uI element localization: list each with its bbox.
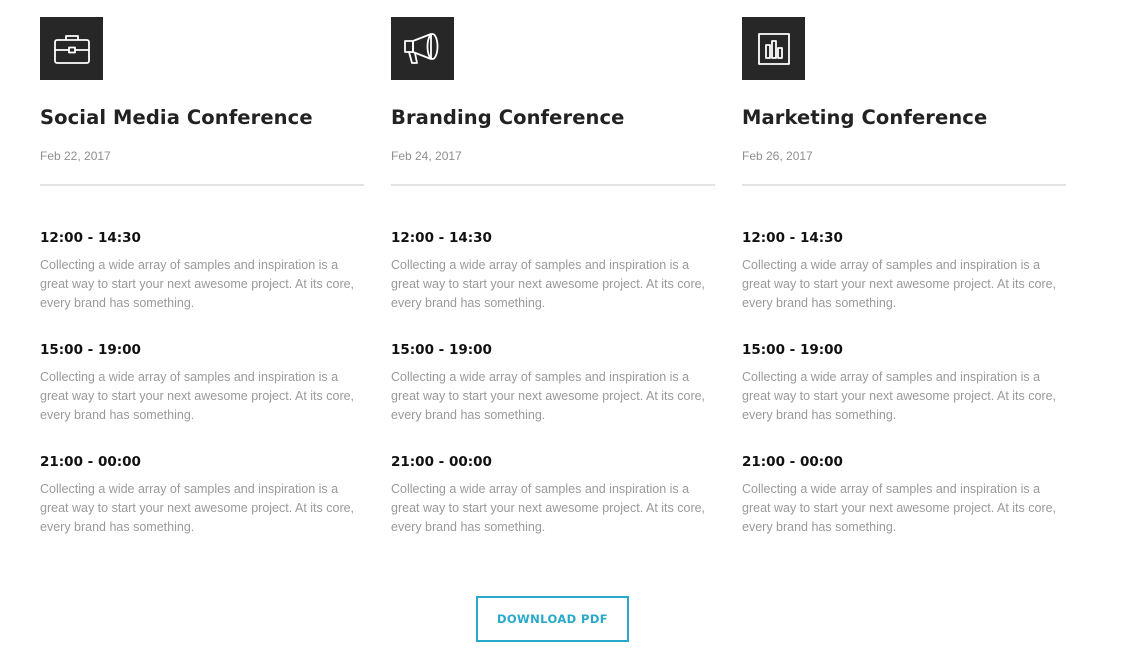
conference-title: Social Media Conference <box>40 106 313 129</box>
conference-column-marketing: Marketing Conference Feb 26, 2017 12:00 … <box>742 17 1066 565</box>
conference-schedule-section: Social Media Conference Feb 22, 2017 12:… <box>0 0 1122 652</box>
session-list: 12:00 - 14:30 Collecting a wide array of… <box>742 229 1066 537</box>
session-item: 15:00 - 19:00 Collecting a wide array of… <box>391 341 715 425</box>
session-time: 15:00 - 19:00 <box>742 342 843 358</box>
session-time: 15:00 - 19:00 <box>40 342 141 358</box>
session-item: 15:00 - 19:00 Collecting a wide array of… <box>742 341 1066 425</box>
conference-title: Marketing Conference <box>742 106 988 129</box>
conference-title: Branding Conference <box>391 106 625 129</box>
megaphone-icon <box>391 17 454 80</box>
divider <box>742 184 1066 186</box>
session-time: 12:00 - 14:30 <box>742 230 843 246</box>
session-description: Collecting a wide array of samples and i… <box>742 482 1057 534</box>
session-description: Collecting a wide array of samples and i… <box>40 482 355 534</box>
conference-date: Feb 24, 2017 <box>391 149 462 163</box>
session-item: 12:00 - 14:30 Collecting a wide array of… <box>391 229 715 313</box>
session-time: 21:00 - 00:00 <box>40 454 141 470</box>
session-item: 12:00 - 14:30 Collecting a wide array of… <box>40 229 364 313</box>
session-item: 21:00 - 00:00 Collecting a wide array of… <box>40 453 364 537</box>
divider <box>40 184 364 186</box>
session-description: Collecting a wide array of samples and i… <box>742 258 1057 310</box>
divider <box>391 184 715 186</box>
session-list: 12:00 - 14:30 Collecting a wide array of… <box>391 229 715 537</box>
session-item: 15:00 - 19:00 Collecting a wide array of… <box>40 341 364 425</box>
download-pdf-button[interactable]: DOWNLOAD PDF <box>476 596 629 642</box>
session-item: 12:00 - 14:30 Collecting a wide array of… <box>742 229 1066 313</box>
session-description: Collecting a wide array of samples and i… <box>742 370 1057 422</box>
session-description: Collecting a wide array of samples and i… <box>391 482 706 534</box>
session-time: 12:00 - 14:30 <box>391 230 492 246</box>
session-list: 12:00 - 14:30 Collecting a wide array of… <box>40 229 364 537</box>
session-time: 15:00 - 19:00 <box>391 342 492 358</box>
conference-column-branding: Branding Conference Feb 24, 2017 12:00 -… <box>391 17 715 565</box>
session-description: Collecting a wide array of samples and i… <box>40 370 355 422</box>
bar-chart-icon <box>742 17 805 80</box>
session-item: 21:00 - 00:00 Collecting a wide array of… <box>742 453 1066 537</box>
session-description: Collecting a wide array of samples and i… <box>391 370 706 422</box>
session-item: 21:00 - 00:00 Collecting a wide array of… <box>391 453 715 537</box>
session-description: Collecting a wide array of samples and i… <box>40 258 355 310</box>
session-time: 21:00 - 00:00 <box>742 454 843 470</box>
session-description: Collecting a wide array of samples and i… <box>391 258 706 310</box>
conference-date: Feb 26, 2017 <box>742 149 813 163</box>
session-time: 21:00 - 00:00 <box>391 454 492 470</box>
conference-date: Feb 22, 2017 <box>40 149 111 163</box>
session-time: 12:00 - 14:30 <box>40 230 141 246</box>
conference-column-social-media: Social Media Conference Feb 22, 2017 12:… <box>40 17 364 565</box>
briefcase-icon <box>40 17 103 80</box>
